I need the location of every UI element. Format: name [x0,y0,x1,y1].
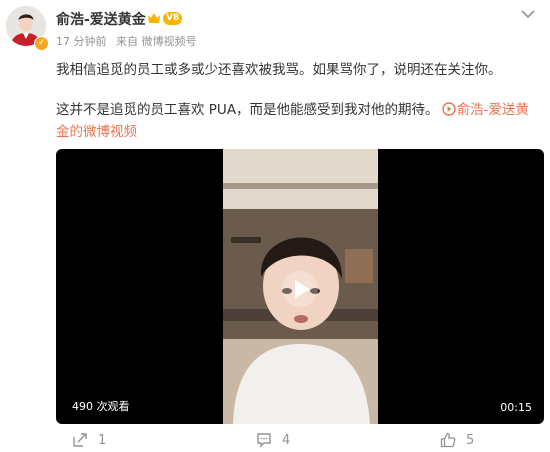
like-count: 5 [466,432,475,448]
comment-button[interactable]: 4 [256,431,290,449]
comment-count: 4 [282,432,291,448]
post-meta: 17 分钟前 来自 微博视频号 [56,33,197,49]
verified-v-icon: ✓ [34,36,49,51]
vip-badge[interactable]: V8 [147,10,183,26]
video-view-count: 490 次观看 [72,400,130,413]
post-source[interactable]: 来自 微博视频号 [116,35,197,48]
like-button[interactable]: 5 [440,431,474,449]
action-bar: 1 4 5 [0,429,550,452]
thumbs-up-icon [440,432,456,448]
vip-level-label: V8 [163,11,183,25]
repost-count: 1 [98,432,107,448]
crown-icon [148,13,160,23]
play-icon[interactable] [281,270,319,308]
post-paragraph: 我相信追觅的员工或多或少还喜欢被我骂。如果骂你了，说明还在关注你。 [56,62,502,78]
post-time[interactable]: 17 分钟前 [56,35,107,48]
repost-button[interactable]: 1 [72,431,106,449]
video-player[interactable]: 490 次观看 00:15 [56,149,544,424]
chevron-down-icon [521,10,535,19]
more-options-button[interactable] [518,6,538,22]
post-paragraph: 这并不是追觅的员工喜欢 PUA，而是他能感受到我对他的期待。 俞浩-爱送黄金的微博… [56,99,540,143]
post-paragraph-text: 这并不是追觅的员工喜欢 PUA，而是他能感受到我对他的期待。 [56,102,439,118]
video-duration: 00:15 [500,401,532,414]
author-name[interactable]: 俞浩-爱送黄金 [56,9,146,29]
repost-icon [73,433,87,447]
video-link-icon [441,102,456,116]
comment-icon [257,433,271,448]
